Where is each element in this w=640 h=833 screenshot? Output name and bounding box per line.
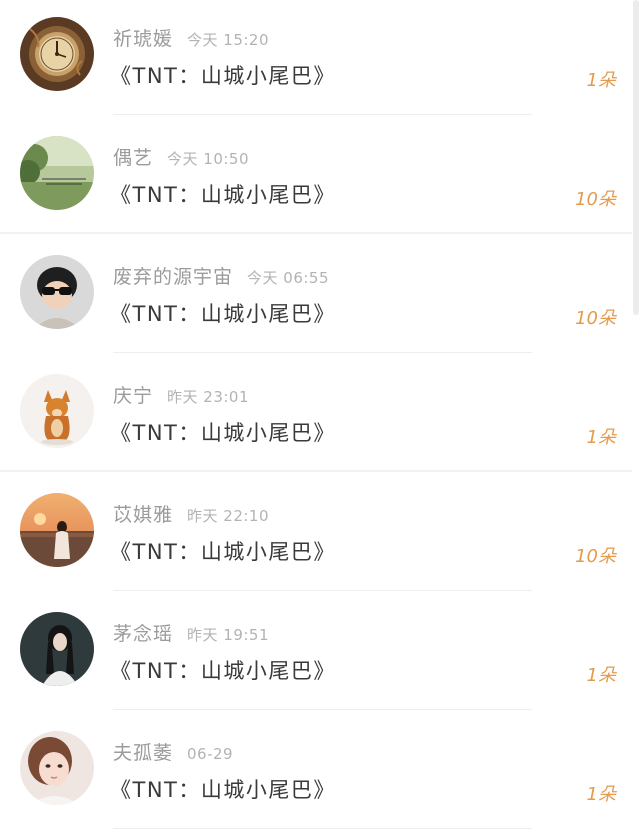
comment-meta: 夫孤萎 06-29: [113, 738, 233, 766]
dark-hair-girl-avatar[interactable]: [20, 612, 94, 686]
comment-meta: 苡娸雅 昨天 22:10: [113, 500, 269, 528]
gift-count: 1朵: [586, 784, 616, 805]
divider: [113, 828, 532, 829]
comment-meta: 庆宁 昨天 23:01: [113, 381, 249, 409]
divider: [113, 352, 532, 353]
comment-time: 昨天 19:51: [187, 626, 270, 644]
comment-time: 昨天 22:10: [187, 507, 270, 525]
comment-item[interactable]: 偶艺 今天 10:50 《TNT：山城小尾巴》 10朵: [0, 119, 632, 238]
divider: [113, 709, 532, 710]
gift-count: 10朵: [575, 308, 616, 329]
comment-item[interactable]: 夫孤萎 06-29 《TNT：山城小尾巴》 1朵: [0, 714, 632, 833]
comment-item[interactable]: 祈琥媛 今天 15:20 《TNT：山城小尾巴》 1朵: [0, 0, 632, 119]
scrollbar[interactable]: [632, 0, 640, 833]
comment-text: 《TNT：山城小尾巴》: [110, 778, 336, 802]
shiba-dog-avatar[interactable]: [20, 374, 94, 448]
comment-meta: 偶艺 今天 10:50: [113, 143, 249, 171]
comment-text: 《TNT：山城小尾巴》: [110, 302, 336, 326]
divider: [0, 470, 632, 472]
sunset-girl-avatar[interactable]: [20, 493, 94, 567]
gift-count: 10朵: [575, 189, 616, 210]
divider: [113, 590, 532, 591]
comment-time: 今天 06:55: [247, 269, 330, 287]
comment-time: 今天 15:20: [187, 31, 270, 49]
gift-count: 1朵: [586, 665, 616, 686]
gift-count: 1朵: [586, 70, 616, 91]
comment-time: 今天 10:50: [167, 150, 250, 168]
gift-count: 10朵: [575, 546, 616, 567]
comment-text: 《TNT：山城小尾巴》: [110, 64, 336, 88]
user-name[interactable]: 茅念瑶: [113, 623, 173, 645]
user-name[interactable]: 苡娸雅: [113, 504, 173, 526]
scrollbar-thumb[interactable]: [633, 0, 639, 315]
comment-item[interactable]: 苡娸雅 昨天 22:10 《TNT：山城小尾巴》 10朵: [0, 476, 632, 595]
boy-sunglasses-avatar[interactable]: [20, 255, 94, 329]
gift-count: 1朵: [586, 427, 616, 448]
girl-portrait-avatar[interactable]: [20, 731, 94, 805]
comment-time: 06-29: [187, 745, 234, 763]
divider: [113, 114, 532, 115]
user-name[interactable]: 偶艺: [113, 147, 153, 169]
comment-text: 《TNT：山城小尾巴》: [110, 659, 336, 683]
user-name[interactable]: 祈琥媛: [113, 28, 173, 50]
comment-text: 《TNT：山城小尾巴》: [110, 421, 336, 445]
comment-text: 《TNT：山城小尾巴》: [110, 183, 336, 207]
comment-meta: 祈琥媛 今天 15:20: [113, 24, 269, 52]
user-name[interactable]: 夫孤萎: [113, 742, 173, 764]
comment-item[interactable]: 庆宁 昨天 23:01 《TNT：山城小尾巴》 1朵: [0, 357, 632, 476]
comment-meta: 废弃的源宇宙 今天 06:55: [113, 262, 329, 290]
green-landscape-avatar[interactable]: [20, 136, 94, 210]
user-name[interactable]: 庆宁: [113, 385, 153, 407]
divider: [0, 232, 632, 234]
comment-item[interactable]: 茅念瑶 昨天 19:51 《TNT：山城小尾巴》 1朵: [0, 595, 632, 714]
pocket-watch-avatar[interactable]: [20, 17, 94, 91]
comment-meta: 茅念瑶 昨天 19:51: [113, 619, 269, 647]
comment-text: 《TNT：山城小尾巴》: [110, 540, 336, 564]
comment-time: 昨天 23:01: [167, 388, 250, 406]
user-name[interactable]: 废弃的源宇宙: [113, 266, 233, 288]
comment-item[interactable]: 废弃的源宇宙 今天 06:55 《TNT：山城小尾巴》 10朵: [0, 238, 632, 357]
comment-list: 祈琥媛 今天 15:20 《TNT：山城小尾巴》 1朵 偶艺 今天 10:50 《T…: [0, 0, 640, 833]
